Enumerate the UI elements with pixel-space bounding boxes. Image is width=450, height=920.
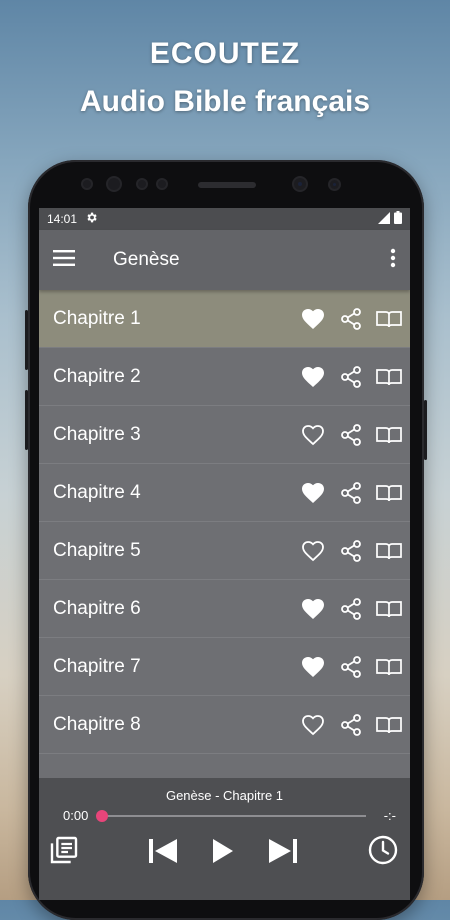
- book-icon[interactable]: [376, 364, 402, 390]
- seek-handle[interactable]: [96, 809, 109, 822]
- audio-player: Genèse - Chapitre 1 0:00 -:-: [39, 778, 410, 900]
- now-playing-title: Genèse - Chapitre 1: [165, 788, 284, 803]
- chapter-row[interactable]: Chapitre 3: [39, 406, 410, 464]
- elapsed-time: 0:00: [63, 808, 89, 823]
- volume-button: [25, 310, 28, 370]
- more-vert-icon[interactable]: [390, 248, 396, 273]
- chapter-row[interactable]: Chapitre 7: [39, 638, 410, 696]
- bixby-button: [25, 390, 28, 450]
- share-icon[interactable]: [338, 364, 364, 390]
- power-button: [424, 400, 427, 460]
- chapter-label: Chapitre 8: [53, 713, 141, 735]
- chapter-label: Chapitre 5: [53, 539, 141, 561]
- skip-previous-icon[interactable]: [147, 837, 179, 865]
- page-title: Genèse: [113, 249, 180, 270]
- iris-camera: [330, 180, 339, 189]
- signal-icon: [378, 211, 390, 227]
- clock-icon[interactable]: [367, 834, 399, 866]
- share-icon[interactable]: [338, 306, 364, 332]
- app-toolbar: Genèse: [39, 230, 410, 290]
- front-camera: [294, 178, 306, 190]
- heart-icon[interactable]: [300, 654, 326, 680]
- share-icon[interactable]: [338, 538, 364, 564]
- chapter-row[interactable]: Chapitre 1: [39, 290, 410, 348]
- seek-bar[interactable]: [96, 809, 366, 822]
- playlist-icon[interactable]: [48, 834, 80, 866]
- promo-subtitle: Audio Bible français: [79, 85, 371, 118]
- share-icon[interactable]: [338, 480, 364, 506]
- book-icon[interactable]: [376, 596, 402, 622]
- status-bar: 14:01: [39, 208, 410, 230]
- remaining-time: -:-: [383, 808, 396, 823]
- heart-icon[interactable]: [300, 422, 326, 448]
- earpiece-speaker: [198, 182, 256, 188]
- book-icon[interactable]: [376, 712, 402, 738]
- share-icon[interactable]: [338, 712, 364, 738]
- promo-title: ECOUTEZ: [149, 37, 301, 70]
- book-icon[interactable]: [376, 654, 402, 680]
- book-icon[interactable]: [376, 422, 402, 448]
- book-icon[interactable]: [376, 306, 402, 332]
- book-icon[interactable]: [376, 480, 402, 506]
- gear-icon: [85, 211, 98, 227]
- book-icon[interactable]: [376, 538, 402, 564]
- sensor: [83, 180, 91, 188]
- heart-icon[interactable]: [300, 712, 326, 738]
- chapter-label: Chapitre 1: [53, 307, 141, 329]
- heart-icon[interactable]: [300, 538, 326, 564]
- heart-icon[interactable]: [300, 306, 326, 332]
- chapter-list: Chapitre 1 Chapitre 2 Chapitre 3 Chapitre 4…: [39, 290, 410, 754]
- chapter-label: Chapitre 4: [53, 481, 141, 503]
- chapter-label: Chapitre 2: [53, 365, 141, 387]
- play-icon[interactable]: [211, 837, 235, 865]
- chapter-row[interactable]: Chapitre 5: [39, 522, 410, 580]
- chapter-row[interactable]: Chapitre 6: [39, 580, 410, 638]
- heart-icon[interactable]: [300, 364, 326, 390]
- chapter-label: Chapitre 3: [53, 423, 141, 445]
- app-screen: 14:01 Genèse Chapitre 1 Chapitre 2 Chapitr…: [39, 208, 410, 900]
- battery-icon: [394, 211, 402, 227]
- chapter-label: Chapitre 6: [53, 597, 141, 619]
- heart-icon[interactable]: [300, 480, 326, 506]
- chapter-row[interactable]: Chapitre 8: [39, 696, 410, 754]
- chapter-row[interactable]: Chapitre 4: [39, 464, 410, 522]
- share-icon[interactable]: [338, 654, 364, 680]
- chapter-label: Chapitre 7: [53, 655, 141, 677]
- status-time: 14:01: [47, 212, 78, 226]
- sensor: [108, 178, 120, 190]
- share-icon[interactable]: [338, 596, 364, 622]
- menu-icon[interactable]: [53, 249, 75, 271]
- sensor: [138, 180, 146, 188]
- heart-icon[interactable]: [300, 596, 326, 622]
- sensor: [158, 180, 166, 188]
- chapter-row[interactable]: Chapitre 2: [39, 348, 410, 406]
- skip-next-icon[interactable]: [267, 837, 299, 865]
- share-icon[interactable]: [338, 422, 364, 448]
